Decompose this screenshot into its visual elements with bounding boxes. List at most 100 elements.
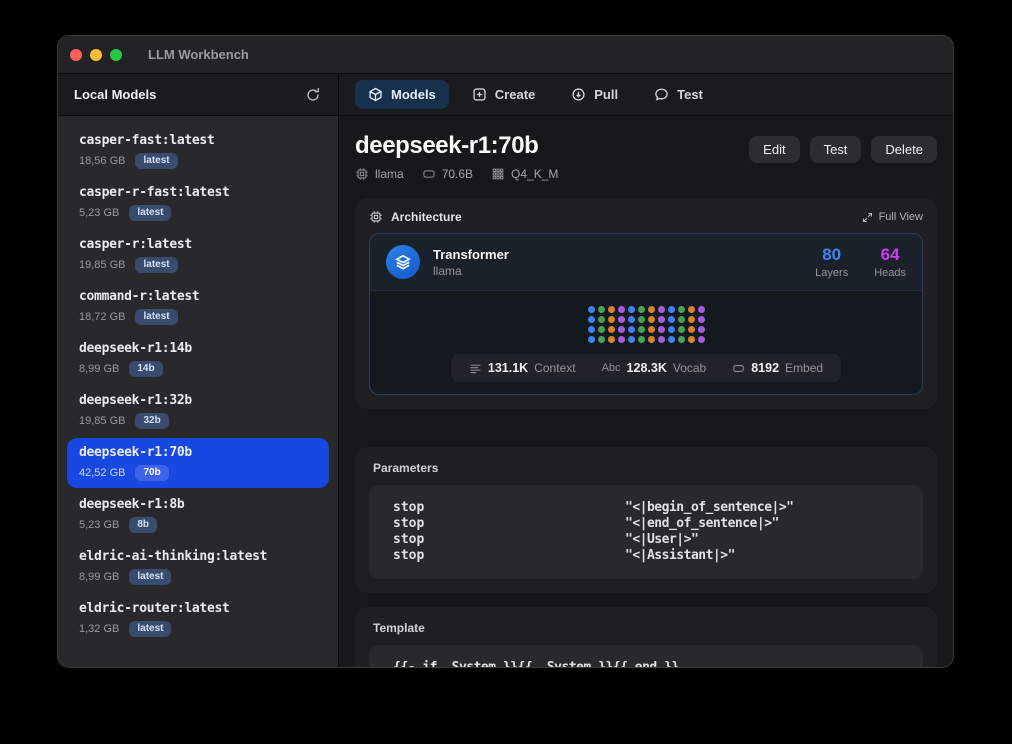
model-tag-badge: latest (135, 257, 177, 273)
model-name: eldric-router:latest (79, 601, 317, 616)
model-name: eldric-ai-thinking:latest (79, 549, 317, 564)
layer-dot (648, 336, 655, 343)
delete-button[interactable]: Delete (871, 136, 937, 163)
model-list-item[interactable]: deepseek-r1:14b 8,99 GB 14b (67, 334, 329, 384)
model-size: 1,32 GB (79, 623, 119, 635)
desktop-background: LLM Workbench Local Models casper-fast:l… (0, 0, 1012, 744)
zoom-window-button[interactable] (110, 49, 122, 61)
layer-dot (638, 326, 645, 333)
context-stat: 131.1K Context (469, 361, 576, 375)
tab-label: Create (495, 87, 535, 102)
chat-bubble-icon (654, 87, 669, 102)
layer-dot (678, 316, 685, 323)
layer-dot (608, 306, 615, 313)
die-icon (422, 167, 436, 181)
architecture-title: Architecture (391, 210, 462, 224)
layer-dot (618, 326, 625, 333)
model-list-item[interactable]: casper-r-fast:latest 5,23 GB latest (67, 178, 329, 228)
model-name: casper-fast:latest (79, 133, 317, 148)
refresh-button[interactable] (304, 86, 322, 104)
layer-dot (658, 316, 665, 323)
plus-square-icon (472, 87, 487, 102)
full-view-label: Full View (879, 211, 923, 223)
tab-create[interactable]: Create (459, 80, 548, 109)
parameter-key: stop (393, 532, 625, 548)
model-list: casper-fast:latest 18,56 GB latest caspe… (58, 116, 338, 667)
template-title: Template (373, 621, 923, 635)
layer-dot (678, 326, 685, 333)
model-list-item[interactable]: casper-fast:latest 18,56 GB latest (67, 126, 329, 176)
tab-models[interactable]: Models (355, 80, 449, 109)
model-tag-badge: 70b (135, 465, 168, 481)
layer-dot (638, 316, 645, 323)
parameters-list: stop "<|begin_of_sentence|>" stop "<|end… (369, 485, 923, 579)
model-tag-badge: latest (135, 309, 177, 325)
embed-label: Embed (785, 361, 823, 375)
layer-dot (668, 316, 675, 323)
window-title: LLM Workbench (148, 47, 249, 62)
model-name: casper-r:latest (79, 237, 317, 252)
layer-dot (698, 306, 705, 313)
layer-dot (678, 306, 685, 313)
chip-icon (355, 167, 369, 181)
parameter-row: stop "<|end_of_sentence|>" (393, 516, 899, 532)
layer-dots-grid (588, 306, 705, 343)
model-list-item[interactable]: deepseek-r1:70b 42,52 GB 70b (67, 438, 329, 488)
layer-dot (588, 326, 595, 333)
layer-dot (688, 306, 695, 313)
parameters-title: Parameters (373, 461, 923, 475)
full-view-button[interactable]: Full View (862, 211, 923, 223)
model-tag-badge: latest (129, 205, 171, 221)
grid-icon (491, 167, 505, 181)
layer-dot (628, 336, 635, 343)
layer-dot (628, 316, 635, 323)
layer-dot (588, 316, 595, 323)
sidebar-title: Local Models (74, 87, 156, 102)
model-size: 5,23 GB (79, 207, 119, 219)
edit-button[interactable]: Edit (749, 136, 799, 163)
model-list-item[interactable]: casper-r:latest 19,85 GB latest (67, 230, 329, 280)
template-code: {{- if .System }}{{ .System }}{{ end }}{… (369, 645, 923, 667)
layer-dot (628, 326, 635, 333)
model-size: 8,99 GB (79, 571, 119, 583)
tab-test[interactable]: Test (641, 80, 716, 109)
layer-dot (588, 306, 595, 313)
heads-label: Heads (874, 267, 906, 279)
vocab-value: 128.3K (627, 361, 667, 375)
layer-dot (688, 326, 695, 333)
minimize-window-button[interactable] (90, 49, 102, 61)
parameter-value: "<|User|>" (625, 532, 698, 548)
tab-label: Test (677, 87, 703, 102)
layer-dot (668, 326, 675, 333)
test-button[interactable]: Test (810, 136, 862, 163)
model-list-item[interactable]: eldric-ai-thinking:latest 8,99 GB latest (67, 542, 329, 592)
model-list-item[interactable]: deepseek-r1:32b 19,85 GB 32b (67, 386, 329, 436)
template-card: Template {{- if .System }}{{ .System }}{… (355, 607, 937, 667)
layer-dot (688, 336, 695, 343)
close-window-button[interactable] (70, 49, 82, 61)
model-tag-badge: latest (129, 621, 171, 637)
model-stats-bar: 131.1K Context Abc 128.3K Vocab (451, 354, 841, 382)
parameter-key: stop (393, 548, 625, 564)
model-tag-badge: latest (129, 569, 171, 585)
layer-dot (648, 306, 655, 313)
chip-icon (369, 210, 383, 224)
vocab-label: Vocab (673, 361, 706, 375)
tab-label: Pull (594, 87, 618, 102)
layer-dot (638, 336, 645, 343)
vocab-stat: Abc 128.3K Vocab (602, 361, 707, 375)
layer-dot (668, 336, 675, 343)
parameter-row: stop "<|begin_of_sentence|>" (393, 500, 899, 516)
embed-value: 8192 (751, 361, 779, 375)
layer-dot (678, 336, 685, 343)
tab-pull[interactable]: Pull (558, 80, 631, 109)
layers-label: Layers (815, 267, 848, 279)
layer-dot (648, 326, 655, 333)
sidebar: Local Models casper-fast:latest 18,56 GB… (58, 74, 339, 667)
layer-dot (698, 316, 705, 323)
layers-value: 80 (815, 245, 848, 265)
layer-dot (698, 326, 705, 333)
model-list-item[interactable]: eldric-router:latest 1,32 GB latest (67, 594, 329, 644)
model-list-item[interactable]: deepseek-r1:8b 5,23 GB 8b (67, 490, 329, 540)
model-list-item[interactable]: command-r:latest 18,72 GB latest (67, 282, 329, 332)
